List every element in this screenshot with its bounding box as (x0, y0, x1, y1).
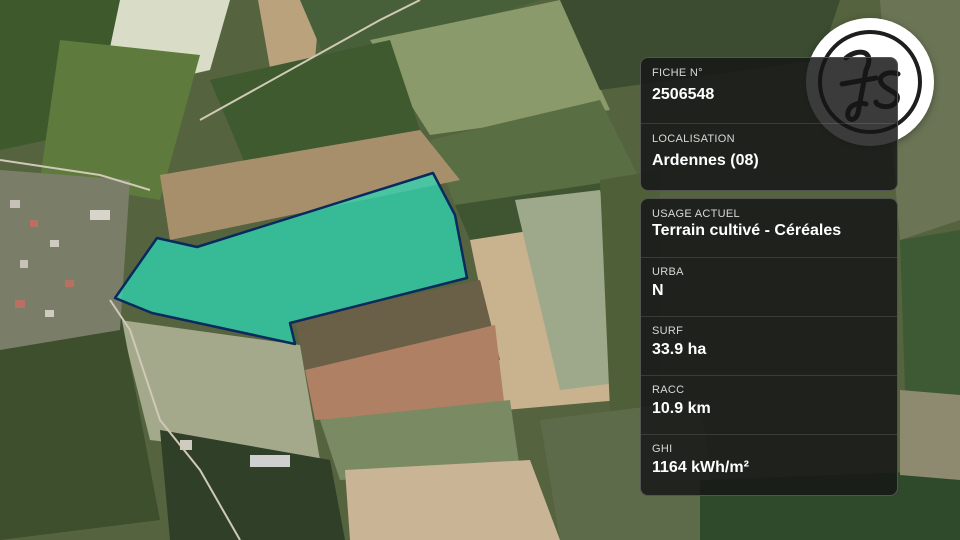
ghi-row: GHI 1164 kWh/m² (641, 435, 897, 493)
usage-value: Terrain cultivé - Céréales (652, 222, 842, 239)
surf-label: SURF (652, 325, 684, 337)
ghi-value: 1164 kWh/m² (652, 459, 749, 476)
fiche-value: 2506548 (652, 86, 715, 103)
fiche-row: FICHE N° 2506548 (641, 58, 897, 124)
racc-row: RACC 10.9 km (641, 376, 897, 435)
usage-row: USAGE ACTUEL Terrain cultivé - Céréales (641, 199, 897, 258)
urba-row: URBA N (641, 258, 897, 317)
localisation-label: LOCALISATION (652, 133, 735, 145)
surf-row: SURF 33.9 ha (641, 317, 897, 376)
urba-label: URBA (652, 266, 684, 278)
racc-label: RACC (652, 384, 685, 396)
parcel-polygon (113, 171, 469, 346)
racc-value: 10.9 km (652, 400, 711, 417)
ghi-label: GHI (652, 443, 673, 455)
surf-value: 33.9 ha (652, 341, 707, 358)
localisation-row: LOCALISATION Ardennes (08) (641, 124, 897, 189)
usage-label: USAGE ACTUEL (652, 208, 740, 220)
fiche-label: FICHE N° (652, 67, 703, 79)
parcel-info-panel: FICHE N° 2506548 LOCALISATION Ardennes (… (640, 57, 898, 191)
urba-value: N (652, 282, 664, 299)
parcel-details-panel: USAGE ACTUEL Terrain cultivé - Céréales … (640, 198, 898, 496)
localisation-value: Ardennes (08) (652, 152, 759, 169)
